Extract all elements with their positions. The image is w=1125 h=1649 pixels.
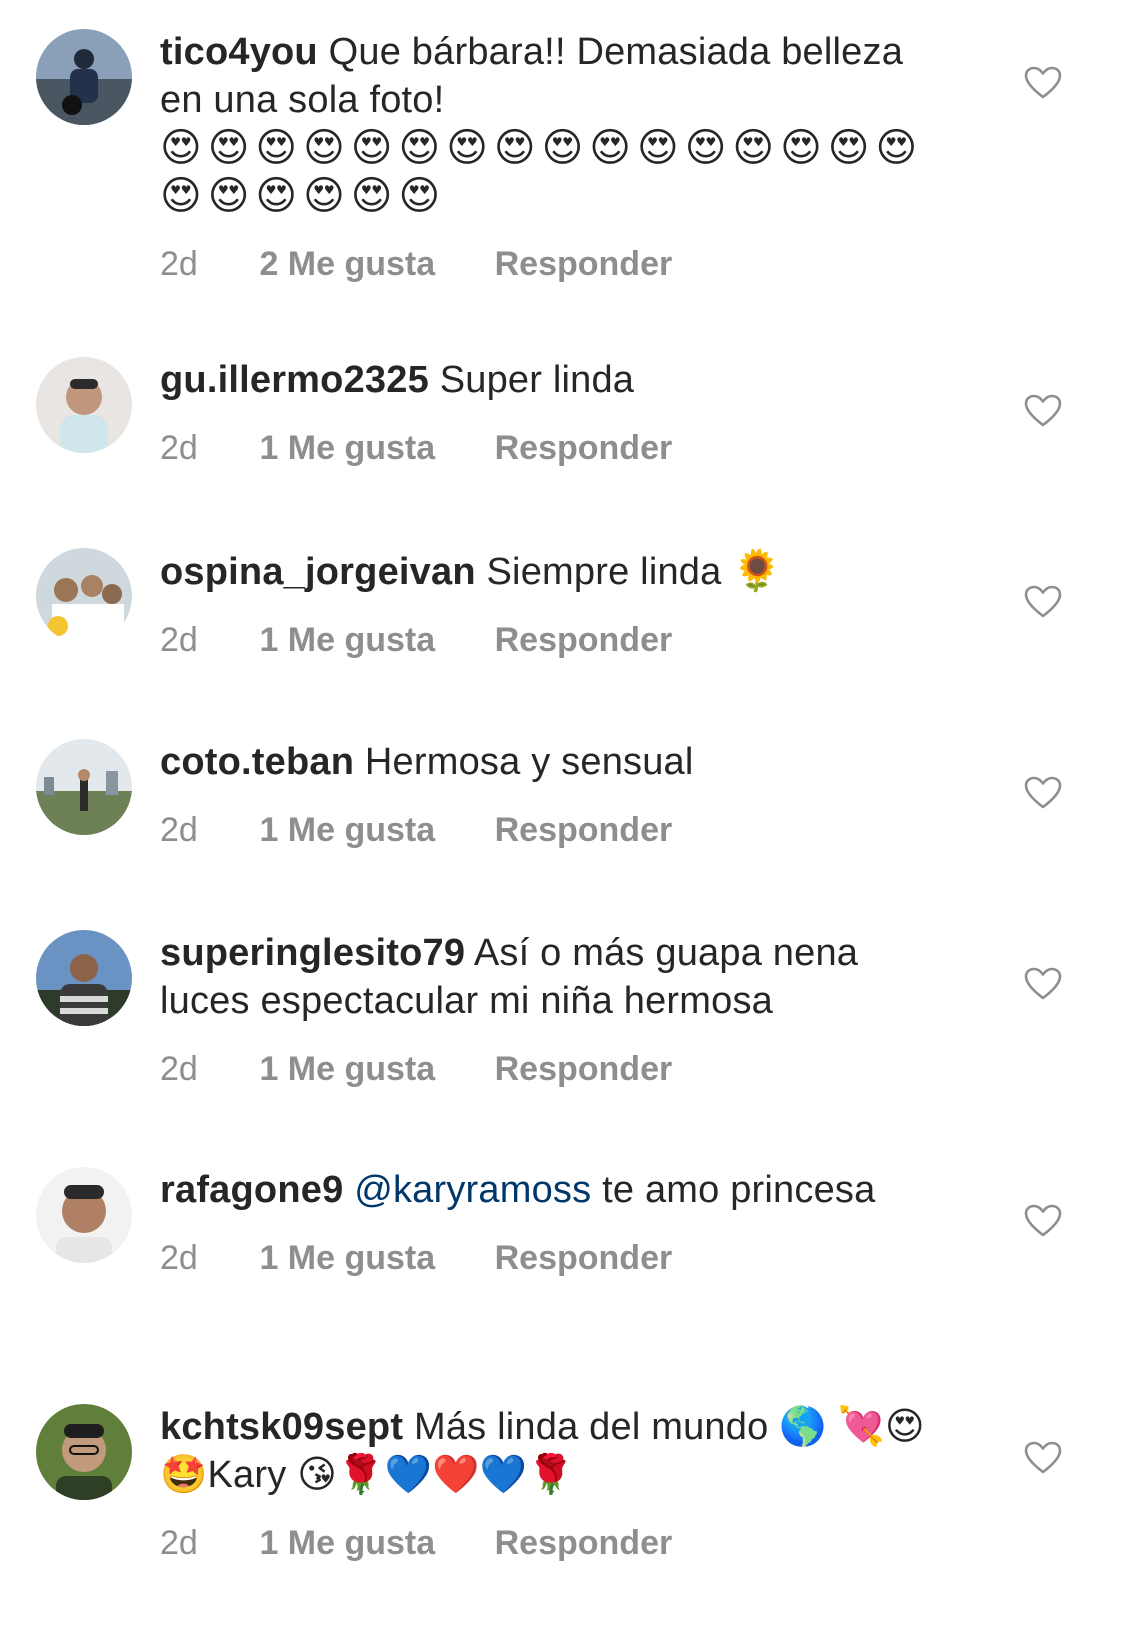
avatar[interactable] bbox=[36, 1167, 132, 1263]
reply-button[interactable]: Responder bbox=[495, 242, 673, 286]
comment-time: 2d bbox=[160, 621, 198, 659]
reply-button[interactable]: Responder bbox=[495, 808, 673, 852]
comment-likes-count[interactable]: 2 Me gusta bbox=[259, 242, 435, 286]
comment-username[interactable]: tico4you bbox=[160, 31, 318, 73]
comment-username[interactable]: coto.teban bbox=[160, 741, 354, 783]
comment-item: kchtsk09sept Más linda del mundo 🌎 💘😍🤩Ka… bbox=[0, 1375, 1125, 1649]
comment-time: 2d bbox=[160, 811, 198, 849]
comment-message: Super linda bbox=[439, 359, 635, 401]
comment-meta: 2d 1 Me gusta Responder bbox=[160, 1236, 940, 1280]
comment-username[interactable]: kchtsk09sept bbox=[160, 1406, 403, 1448]
comment-item: ospina_jorgeivan Siempre linda 🌻 2d 1 Me… bbox=[0, 519, 1125, 709]
reply-button[interactable]: Responder bbox=[495, 1236, 673, 1280]
avatar[interactable] bbox=[36, 357, 132, 453]
comment-message: Hermosa y sensual bbox=[364, 741, 694, 783]
comment-username[interactable]: ospina_jorgeivan bbox=[160, 551, 476, 593]
comment-likes-count[interactable]: 1 Me gusta bbox=[259, 808, 435, 852]
comment-meta: 2d 1 Me gusta Responder bbox=[160, 808, 940, 852]
comment-username[interactable]: gu.illermo2325 bbox=[160, 359, 429, 401]
heart-icon[interactable] bbox=[1024, 585, 1062, 619]
comment-text: gu.illermo2325 Super linda bbox=[160, 356, 940, 404]
comment-meta: 2d 1 Me gusta Responder bbox=[160, 1047, 940, 1091]
reply-button[interactable]: Responder bbox=[495, 1047, 673, 1091]
reply-button[interactable]: Responder bbox=[495, 1521, 673, 1565]
comment-time: 2d bbox=[160, 1050, 198, 1088]
comment-text: kchtsk09sept Más linda del mundo 🌎 💘😍🤩Ka… bbox=[160, 1403, 940, 1499]
heart-icon[interactable] bbox=[1024, 66, 1062, 100]
comment-username[interactable]: rafagone9 bbox=[160, 1169, 343, 1211]
reply-button[interactable]: Responder bbox=[495, 618, 673, 662]
comment-text: ospina_jorgeivan Siempre linda 🌻 bbox=[160, 547, 940, 596]
comment-message: Siempre linda bbox=[486, 551, 722, 593]
comment-item: superinglesito79 Así o más guapa nena lu… bbox=[0, 901, 1125, 1136]
comment-likes-count[interactable]: 1 Me gusta bbox=[259, 1521, 435, 1565]
comment-text: superinglesito79 Así o más guapa nena lu… bbox=[160, 929, 940, 1025]
comment-meta: 2d 1 Me gusta Responder bbox=[160, 426, 940, 470]
comment-username[interactable]: superinglesito79 bbox=[160, 932, 465, 974]
avatar[interactable] bbox=[36, 739, 132, 835]
comment-meta: 2d 1 Me gusta Responder bbox=[160, 1521, 940, 1565]
heart-icon[interactable] bbox=[1024, 776, 1062, 810]
comment-time: 2d bbox=[160, 245, 198, 283]
comment-item: tico4you Que bárbara!! Demasiada belleza… bbox=[0, 0, 1125, 320]
avatar[interactable] bbox=[36, 548, 132, 644]
comment-item: coto.teban Hermosa y sensual 2d 1 Me gus… bbox=[0, 710, 1125, 900]
comment-text: coto.teban Hermosa y sensual bbox=[160, 738, 940, 786]
comment-text: rafagone9 @karyramoss te amo princesa bbox=[160, 1166, 940, 1214]
comment-text: tico4you Que bárbara!! Demasiada belleza… bbox=[160, 28, 940, 124]
heart-icon[interactable] bbox=[1024, 394, 1062, 428]
heart-icon[interactable] bbox=[1024, 1204, 1062, 1238]
comment-meta: 2d 2 Me gusta Responder bbox=[160, 242, 940, 286]
heart-icon[interactable] bbox=[1024, 967, 1062, 1001]
comment-item: rafagone9 @karyramoss te amo princesa 2d… bbox=[0, 1138, 1125, 1373]
sunflower-icon: 🌻 bbox=[732, 548, 789, 594]
comment-time: 2d bbox=[160, 429, 198, 467]
comment-likes-count[interactable]: 1 Me gusta bbox=[259, 426, 435, 470]
comment-time: 2d bbox=[160, 1524, 198, 1562]
comment-item: gu.illermo2325 Super linda 2d 1 Me gusta… bbox=[0, 328, 1125, 518]
comment-time: 2d bbox=[160, 1239, 198, 1277]
comment-meta: 2d 1 Me gusta Responder bbox=[160, 618, 940, 662]
comment-likes-count[interactable]: 1 Me gusta bbox=[259, 1236, 435, 1280]
comments-list: tico4you Que bárbara!! Demasiada belleza… bbox=[0, 0, 1125, 1649]
avatar[interactable] bbox=[36, 930, 132, 1026]
avatar[interactable] bbox=[36, 1404, 132, 1500]
mention-link[interactable]: @karyramoss bbox=[354, 1169, 591, 1211]
reply-button[interactable]: Responder bbox=[495, 426, 673, 470]
comment-likes-count[interactable]: 1 Me gusta bbox=[259, 618, 435, 662]
heart-icon[interactable] bbox=[1024, 1441, 1062, 1475]
comment-emojis: 😍😍😍😍😍😍😍😍😍😍😍😍😍😍😍😍😍😍😍😍😍😍 bbox=[160, 125, 924, 219]
avatar[interactable] bbox=[36, 29, 132, 125]
comment-message: te amo princesa bbox=[602, 1169, 876, 1211]
comment-likes-count[interactable]: 1 Me gusta bbox=[259, 1047, 435, 1091]
